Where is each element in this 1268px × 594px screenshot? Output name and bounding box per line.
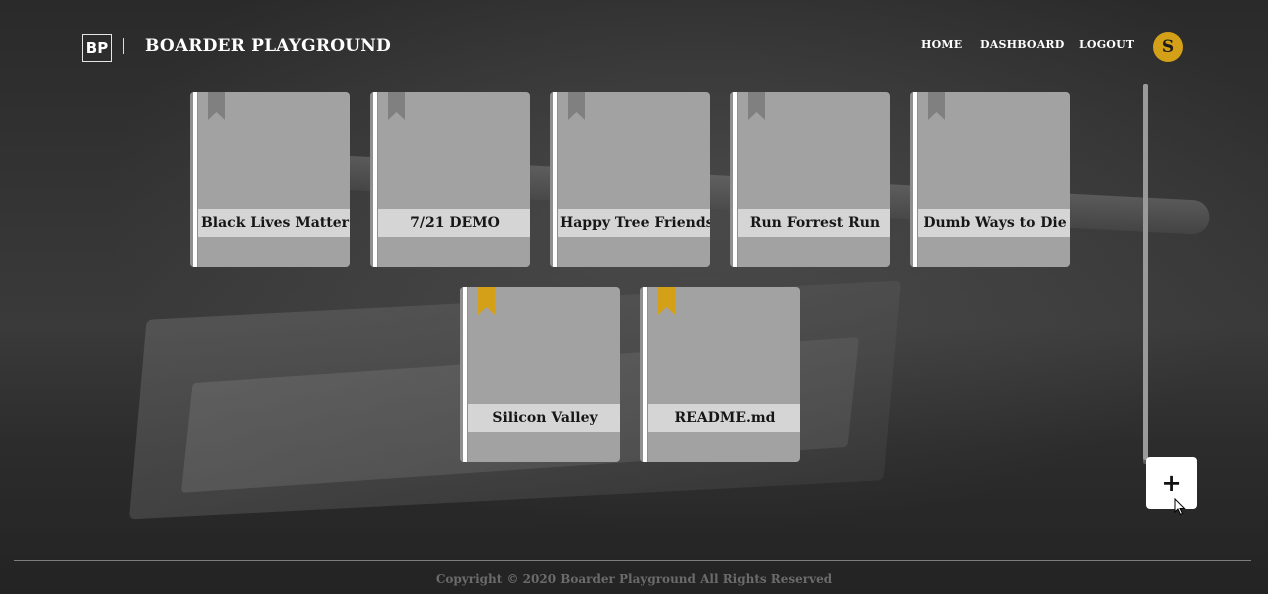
board-card[interactable]: Silicon Valley [460, 287, 620, 462]
board-spine [190, 92, 198, 267]
nav-logout-link[interactable]: LOGOUT [1079, 38, 1134, 51]
board-title: Silicon Valley [492, 410, 598, 426]
top-header: BP BOARDER PLAYGROUND HOME DASHBOARD LOG… [0, 0, 1268, 92]
footer-divider [14, 560, 1251, 561]
bookmark-icon [568, 92, 585, 120]
board-card[interactable]: Run Forrest Run [730, 92, 890, 267]
board-card[interactable]: Happy Tree Friends [550, 92, 710, 267]
board-spine [730, 92, 738, 267]
board-title: 7/21 DEMO [410, 215, 500, 231]
bookmark-icon [388, 92, 405, 120]
board-spine [460, 287, 468, 462]
board-title: Dumb Ways to Die [923, 215, 1067, 231]
board-card[interactable]: README.md [640, 287, 800, 462]
board-spine [370, 92, 378, 267]
footer-copyright: Copyright © 2020 Boarder Playground All … [435, 572, 833, 586]
board-card[interactable]: 7/21 DEMO [370, 92, 530, 267]
bookmark-icon [658, 287, 675, 315]
plus-icon: + [1161, 469, 1182, 497]
board-spine [910, 92, 918, 267]
board-spine [640, 287, 648, 462]
nav-home-link[interactable]: HOME [921, 38, 962, 51]
logo-divider [123, 38, 124, 54]
board-title: Black Lives Matter [200, 215, 350, 231]
brand-title[interactable]: BOARDER PLAYGROUND [145, 36, 391, 56]
bookmark-icon [478, 287, 495, 315]
user-avatar[interactable]: S [1153, 32, 1183, 62]
mouse-cursor-icon [1174, 497, 1186, 516]
bookmark-icon [928, 92, 945, 120]
board-title: Happy Tree Friends [560, 215, 710, 231]
scrollbar-thumb[interactable] [1143, 84, 1148, 460]
nav-dashboard-link[interactable]: DASHBOARD [980, 38, 1065, 51]
board-spine [550, 92, 558, 267]
bookmark-icon [208, 92, 225, 120]
board-title: Run Forrest Run [749, 215, 881, 231]
add-board-button[interactable]: + [1146, 457, 1197, 509]
board-card[interactable]: Black Lives Matter [190, 92, 350, 267]
logo-icon[interactable]: BP [82, 34, 112, 62]
board-card[interactable]: Dumb Ways to Die [910, 92, 1070, 267]
board-title: README.md [674, 410, 776, 426]
bookmark-icon [748, 92, 765, 120]
